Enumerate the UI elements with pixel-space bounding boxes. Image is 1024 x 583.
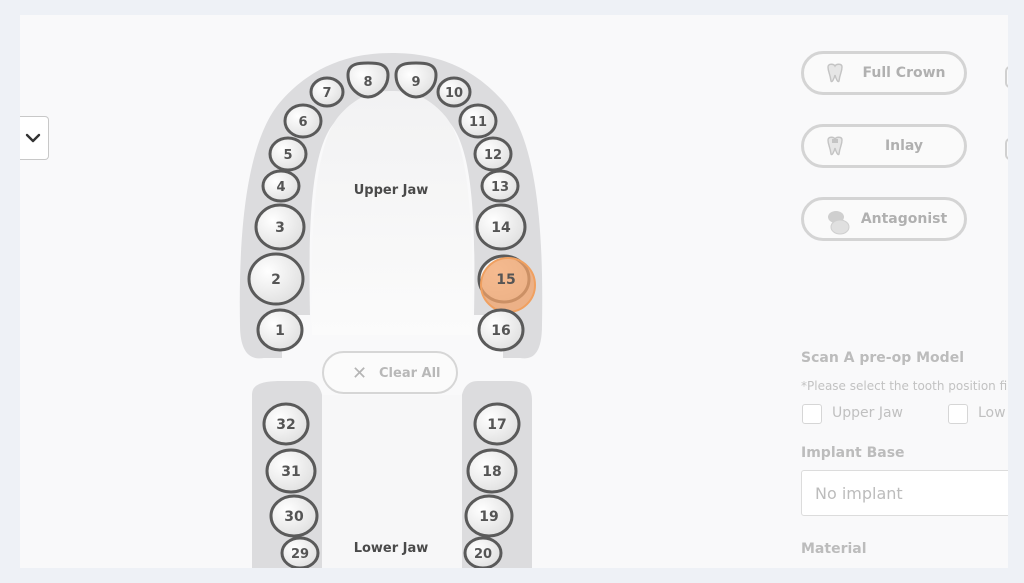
svg-text:18: 18: [482, 464, 501, 480]
tooth-4[interactable]: 4: [261, 169, 301, 203]
svg-text:11: 11: [469, 115, 487, 130]
tooth-31[interactable]: 31: [265, 448, 317, 494]
svg-text:7: 7: [322, 86, 331, 101]
svg-text:30: 30: [284, 509, 304, 525]
lower-jaw-label: Lower Jaw: [353, 541, 429, 556]
svg-text:16: 16: [491, 323, 510, 339]
clipped-button-edge: [1005, 138, 1008, 160]
full-crown-label: Full Crown: [862, 65, 946, 81]
lower-jaw-checkbox-label: Low: [978, 405, 1006, 421]
tooth-7[interactable]: 7: [309, 76, 345, 108]
tooth-13[interactable]: 13: [480, 169, 520, 203]
tooth-10[interactable]: 10: [436, 76, 472, 108]
scan-hint: *Please select the tooth position fi: [801, 379, 1008, 393]
material-label: Material: [801, 541, 867, 557]
svg-text:31: 31: [281, 464, 300, 480]
svg-text:8: 8: [363, 75, 372, 90]
svg-text:14: 14: [491, 220, 511, 236]
svg-text:1: 1: [275, 323, 285, 339]
tooth-6[interactable]: 6: [283, 103, 323, 139]
tooth-18[interactable]: 18: [466, 448, 518, 494]
tooth-30[interactable]: 30: [269, 494, 319, 538]
tooth-17[interactable]: 17: [473, 402, 521, 446]
svg-text:32: 32: [276, 417, 295, 433]
inlay-button[interactable]: Inlay: [801, 124, 967, 168]
tooth-15[interactable]: 15: [477, 254, 536, 313]
tooth-20[interactable]: 20: [463, 536, 503, 568]
svg-text:5: 5: [283, 148, 292, 163]
tooth-5[interactable]: 5: [268, 136, 308, 172]
tooth-8[interactable]: 8: [346, 61, 390, 99]
implant-base-label: Implant Base: [801, 445, 905, 461]
close-icon: ✕: [352, 363, 368, 384]
tooth-12[interactable]: 12: [473, 136, 513, 172]
svg-text:19: 19: [479, 509, 498, 525]
svg-text:20: 20: [474, 547, 492, 562]
svg-text:12: 12: [484, 148, 502, 163]
tooth-inlay-icon: [827, 136, 843, 156]
svg-text:6: 6: [298, 115, 307, 130]
tooth-selection-panel: 1 2 3 4 5 6 7 8 9 10 11 12 13 14 15 16 3…: [20, 15, 1008, 568]
svg-text:2: 2: [271, 272, 281, 288]
antagonist-button[interactable]: Antagonist: [801, 197, 967, 241]
upper-jaw-checkbox-label: Upper Jaw: [832, 405, 903, 421]
implant-base-value: No implant: [815, 484, 903, 503]
tooth-icon: [827, 63, 843, 83]
tooth-19[interactable]: 19: [464, 494, 514, 538]
tooth-3[interactable]: 3: [254, 203, 306, 251]
clear-all-button[interactable]: ✕ Clear All: [322, 351, 458, 394]
full-crown-button[interactable]: Full Crown: [801, 51, 967, 95]
tooth-16[interactable]: 16: [477, 308, 525, 352]
implant-base-select[interactable]: No implant: [801, 470, 1008, 516]
clear-all-label: Clear All: [379, 366, 441, 381]
inlay-label: Inlay: [884, 138, 924, 154]
tooth-1[interactable]: 1: [256, 308, 304, 352]
svg-text:4: 4: [276, 180, 285, 195]
svg-text:13: 13: [491, 180, 509, 195]
tooth-32[interactable]: 32: [262, 402, 310, 446]
upper-jaw-label: Upper Jaw: [353, 183, 429, 198]
svg-text:10: 10: [445, 86, 463, 101]
tooth-9[interactable]: 9: [394, 61, 438, 99]
svg-text:29: 29: [291, 547, 309, 562]
clipped-button-edge: [1005, 66, 1008, 88]
antagonist-label: Antagonist: [860, 211, 948, 227]
tooth-11[interactable]: 11: [458, 103, 498, 139]
tooth-14[interactable]: 14: [475, 203, 527, 251]
svg-text:17: 17: [487, 417, 506, 433]
upper-palate: [311, 91, 473, 335]
tooth-29[interactable]: 29: [280, 536, 320, 568]
svg-text:15: 15: [496, 272, 515, 288]
scan-section-title: Scan A pre-op Model: [801, 350, 964, 366]
svg-text:9: 9: [411, 75, 420, 90]
upper-jaw-checkbox[interactable]: [802, 404, 822, 424]
lower-jaw-checkbox[interactable]: [948, 404, 968, 424]
svg-text:3: 3: [275, 220, 285, 236]
tooth-2[interactable]: 2: [247, 252, 305, 306]
